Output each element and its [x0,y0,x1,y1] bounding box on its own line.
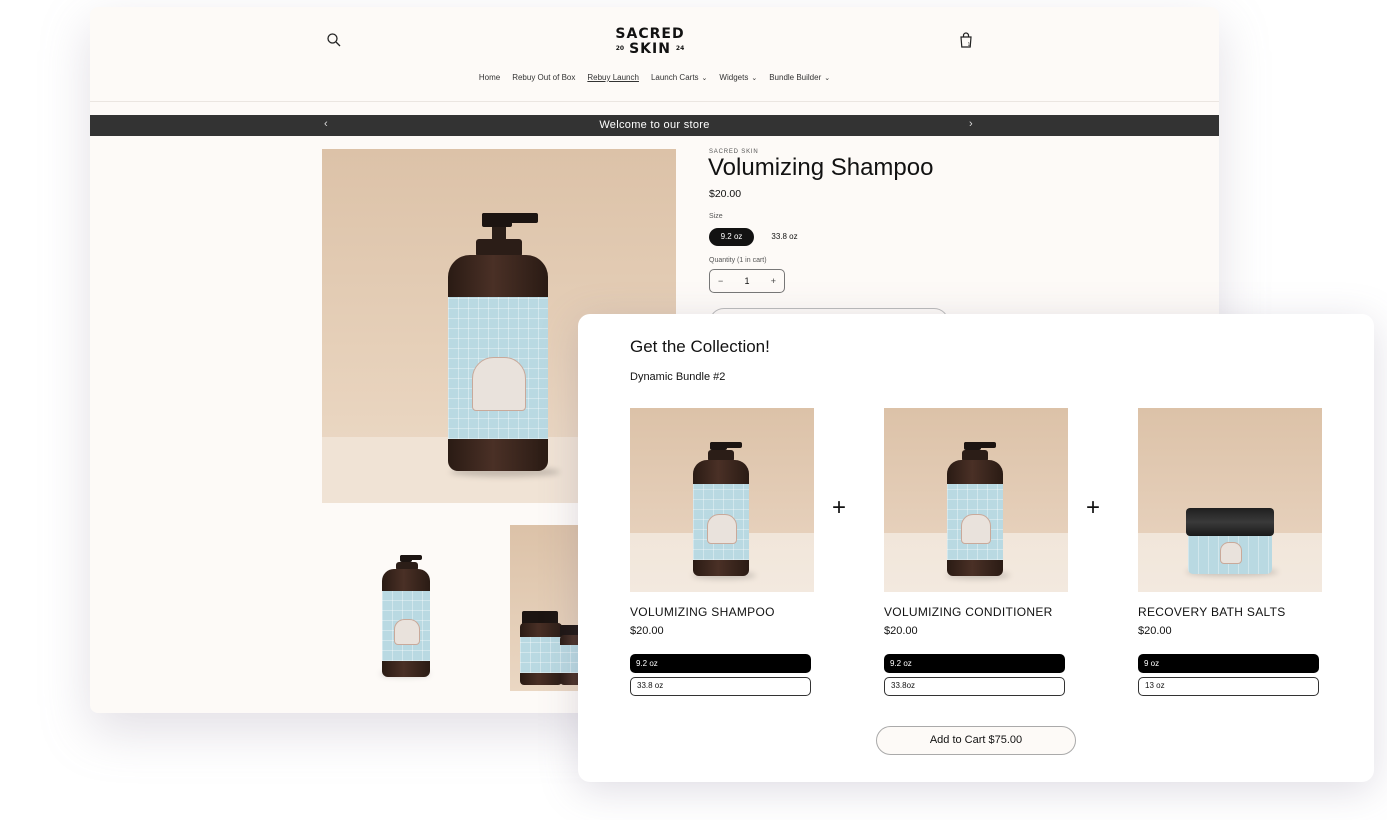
chevron-down-icon: ⌄ [751,75,758,82]
chevron-down-icon: ⌄ [701,75,708,82]
bundle-item-name: RECOVERY BATH SALTS [1138,605,1286,619]
announcement-bar: ‹ Welcome to our store › [90,115,1219,136]
bundle-item-image[interactable] [1138,408,1322,592]
bundle-item-price: $20.00 [1138,625,1172,637]
announcement-next-icon[interactable]: › [969,118,973,130]
bundle-item-bath-salts: RECOVERY BATH SALTS $20.00 9 oz 13 oz [1138,408,1322,696]
header-divider [90,101,1219,102]
modal-title: Get the Collection! [630,337,770,356]
bundle-item-conditioner: VOLUMIZING CONDITIONER $20.00 9.2 oz 33.… [884,408,1068,696]
bundle-modal: Get the Collection! Dynamic Bundle #2 VO… [578,314,1374,782]
nav-item-rebuy-launch[interactable]: Rebuy Launch [587,73,639,82]
product-title: Volumizing Shampoo [708,154,934,181]
bundle-item-image[interactable] [630,408,814,592]
bundle-item-price: $20.00 [884,625,918,637]
size-option-33-8-oz[interactable]: 33.8 oz [762,228,807,246]
nav-item-launch-carts[interactable]: Launch Carts ⌄ [651,73,707,82]
bundle-option-selected[interactable]: 9.2 oz [884,654,1065,673]
bundle-option[interactable]: 33.8 oz [630,677,811,696]
bundle-item-price: $20.00 [630,625,664,637]
plus-icon: + [1086,494,1101,521]
quantity-input[interactable]: 1 [744,276,749,286]
bundle-option[interactable]: 13 oz [1138,677,1319,696]
size-label: Size [709,213,723,220]
cart-icon[interactable]: 1 [958,31,974,49]
nav-item-bundle-builder[interactable]: Bundle Builder ⌄ [769,73,830,82]
bundle-item-shampoo: VOLUMIZING SHAMPOO $20.00 9.2 oz 33.8 oz [630,408,814,696]
bundle-item-name: VOLUMIZING SHAMPOO [630,605,775,619]
bundle-item-image[interactable] [884,408,1068,592]
product-thumbnail-1[interactable] [322,525,498,691]
announcement-text: Welcome to our store [599,119,710,131]
nav-item-home[interactable]: Home [479,73,500,82]
quantity-stepper: − 1 + [709,269,785,293]
bundle-option-selected[interactable]: 9 oz [1138,654,1319,673]
main-nav: Home Rebuy Out of Box Rebuy Launch Launc… [90,73,1219,82]
product-price: $20.00 [709,188,742,200]
search-icon[interactable] [326,32,342,48]
chevron-down-icon: ⌄ [824,75,831,82]
bundle-option[interactable]: 33.8oz [884,677,1065,696]
svg-text:1: 1 [968,42,971,48]
bundle-option-selected[interactable]: 9.2 oz [630,654,811,673]
store-logo[interactable]: SACRED 20 SKIN 24 [610,27,690,56]
nav-item-rebuy-out-of-box[interactable]: Rebuy Out of Box [512,73,575,82]
nav-item-widgets[interactable]: Widgets ⌄ [719,73,757,82]
size-option-9-2-oz[interactable]: 9.2 oz [709,228,754,246]
bundle-add-to-cart-button[interactable]: Add to Cart $75.00 [876,726,1076,755]
modal-subtitle: Dynamic Bundle #2 [630,371,726,383]
quantity-decrease-button[interactable]: − [718,276,723,286]
quantity-increase-button[interactable]: + [771,276,776,286]
bundle-item-name: VOLUMIZING CONDITIONER [884,605,1053,619]
quantity-label: Quantity (1 in cart) [709,257,767,264]
plus-icon: + [832,494,847,521]
